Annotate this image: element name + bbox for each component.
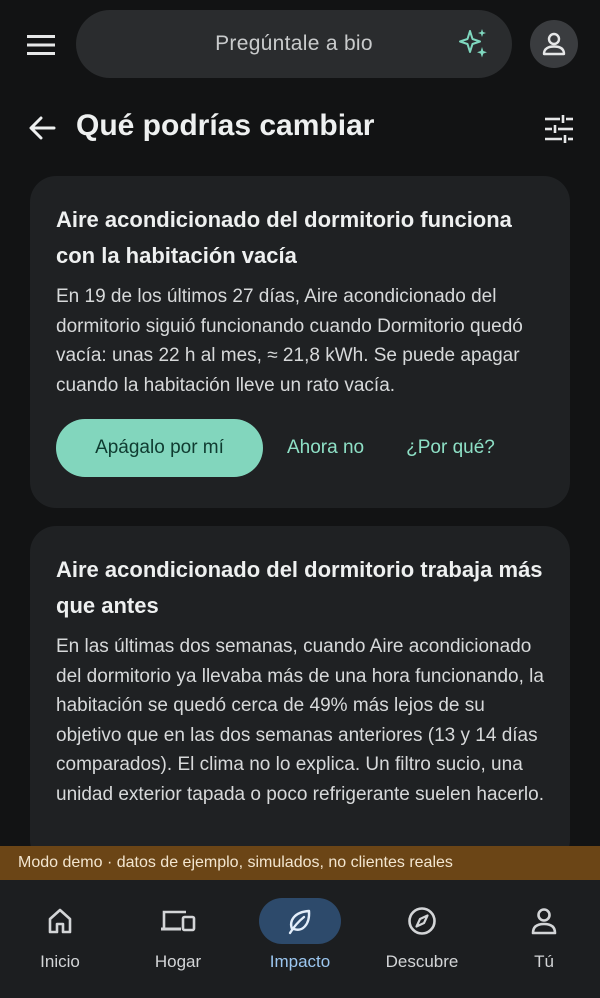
nav-label: Impacto — [269, 952, 331, 971]
back-button[interactable] — [22, 108, 62, 148]
nav-item-tu[interactable]: Tú — [484, 880, 600, 998]
person-icon — [542, 32, 566, 56]
assistant-search-bar[interactable]: Pregúntale a bio — [76, 10, 512, 78]
page-header: Qué podrías cambiar — [0, 96, 600, 158]
hamburger-icon — [27, 35, 55, 55]
why-button[interactable]: ¿Por qué? — [406, 437, 495, 459]
bottom-navigation: Inicio Hogar Impacto Descubre Tú — [0, 880, 600, 998]
nav-item-descubre[interactable]: Descubre — [362, 880, 482, 998]
tune-icon — [545, 115, 573, 143]
leaf-icon — [288, 909, 311, 935]
nav-item-inicio[interactable]: Inicio — [0, 880, 120, 998]
sparkle-icon — [459, 29, 487, 58]
card-title: Aire acondicionado del dormitorio funcio… — [56, 207, 512, 268]
compass-icon — [408, 907, 436, 935]
filter-button[interactable] — [538, 108, 580, 150]
card-actions: Apágalo por mí Ahora no ¿Por qué? — [56, 419, 495, 477]
demo-mode-banner: Modo demo · datos de ejemplo, simulados,… — [0, 846, 600, 880]
card-body: En las últimas dos semanas, cuando Aire … — [56, 636, 544, 805]
nav-icon-container — [137, 898, 219, 944]
nav-label: Descubre — [385, 952, 459, 971]
account-avatar[interactable] — [530, 20, 578, 68]
card-title: Aire acondicionado del dormitorio trabaj… — [56, 557, 543, 618]
nav-label: Hogar — [154, 952, 202, 971]
person-icon — [531, 908, 557, 935]
page-title: Qué podrías cambiar — [76, 109, 375, 142]
nav-label: Tú — [534, 952, 554, 971]
suggestion-card: Aire acondicionado del dormitorio funcio… — [30, 176, 570, 508]
nav-icon-container — [19, 898, 101, 944]
menu-button[interactable] — [18, 22, 64, 68]
home-icon — [48, 908, 72, 934]
not-now-button[interactable]: Ahora no — [287, 437, 364, 459]
top-bar: Pregúntale a bio — [0, 0, 600, 92]
turn-off-for-me-button[interactable]: Apágalo por mí — [56, 419, 263, 477]
nav-icon-container — [503, 898, 585, 944]
nav-label: Inicio — [40, 952, 80, 971]
nav-icon-container — [259, 898, 341, 944]
nav-item-hogar[interactable]: Hogar — [118, 880, 238, 998]
suggestion-card: Aire acondicionado del dormitorio trabaj… — [30, 526, 570, 866]
arrow-back-icon — [29, 116, 56, 140]
nav-item-impacto[interactable]: Impacto — [240, 880, 360, 998]
devices-icon — [161, 910, 196, 932]
nav-icon-container — [381, 898, 463, 944]
search-placeholder: Pregúntale a bio — [215, 32, 373, 55]
card-body: En 19 de los últimos 27 días, Aire acond… — [56, 286, 523, 396]
